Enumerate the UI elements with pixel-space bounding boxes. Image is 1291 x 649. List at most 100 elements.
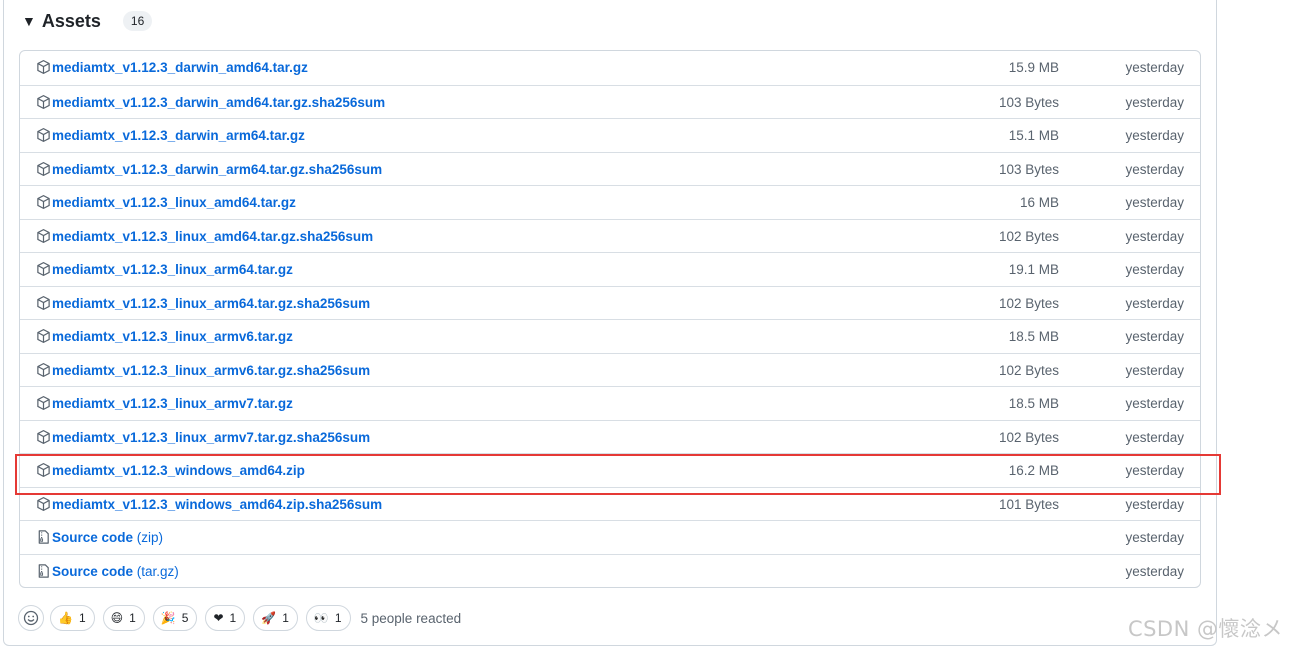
package-icon — [36, 362, 51, 378]
asset-link[interactable]: mediamtx_v1.12.3_linux_armv6.tar.gz.sha2… — [52, 363, 370, 378]
reaction-button[interactable]: ❤ 1 — [205, 605, 246, 631]
asset-row: Source code (tar.gz) yesterday — [20, 553, 1200, 588]
asset-time: yesterday — [1125, 195, 1184, 210]
heart-icon: ❤ — [213, 611, 224, 625]
asset-link[interactable]: mediamtx_v1.12.3_linux_armv6.tar.gz — [52, 329, 293, 344]
asset-size: 102 Bytes — [998, 362, 1059, 378]
asset-size: 16 MB — [1019, 195, 1059, 210]
asset-link[interactable]: mediamtx_v1.12.3_linux_amd64.tar.gz — [52, 195, 296, 210]
asset-name: mediamtx_v1.12.3_darwin_amd64.tar.gz.sha… — [52, 94, 386, 110]
assets-header[interactable]: ▼ Assets 16 — [22, 7, 153, 35]
reaction-button[interactable]: 🎉 5 — [152, 605, 198, 631]
assets-count-badge: 16 — [122, 11, 153, 31]
reaction-count: 5 — [181, 611, 189, 625]
reaction-count: 1 — [282, 611, 289, 625]
asset-link[interactable]: mediamtx_v1.12.3_linux_arm64.tar.gz — [52, 262, 293, 277]
asset-link[interactable]: mediamtx_v1.12.3_linux_armv7.tar.gz — [52, 396, 293, 411]
package-icon — [36, 295, 51, 311]
laugh-icon: 😄 — [110, 611, 124, 625]
asset-link[interactable]: mediamtx_v1.12.3_darwin_arm64.tar.gz.sha… — [52, 162, 382, 177]
asset-name: mediamtx_v1.12.3_windows_amd64.zip — [52, 463, 305, 478]
package-icon — [36, 59, 51, 75]
asset-link[interactable]: mediamtx_v1.12.3_linux_arm64.tar.gz.sha2… — [52, 296, 370, 311]
file-zip-icon — [36, 563, 51, 579]
asset-row: mediamtx_v1.12.3_darwin_amd64.tar.gz.sha… — [20, 84, 1200, 119]
asset-time: yesterday — [1125, 128, 1184, 143]
watermark: CSDN @懷淰メ — [1127, 617, 1283, 641]
asset-name: mediamtx_v1.12.3_windows_amd64.zip.sha25… — [52, 496, 383, 512]
asset-row: mediamtx_v1.12.3_darwin_arm64.tar.gz 15.1… — [20, 118, 1200, 152]
asset-time: yesterday — [1125, 329, 1184, 344]
asset-row: mediamtx_v1.12.3_darwin_amd64.tar.gz 15.9… — [20, 51, 1200, 85]
package-icon — [36, 261, 51, 277]
rocket-icon: 🚀 — [261, 611, 277, 625]
reactions-bar: 👍 1 😄 1 🎉 5 ❤ 1 🚀 1 👀 1 5 people reacted — [18, 604, 461, 632]
asset-row: mediamtx_v1.12.3_linux_arm64.tar.gz.sha2… — [20, 285, 1200, 320]
asset-row: mediamtx_v1.12.3_linux_armv7.tar.gz 18.5 … — [20, 386, 1200, 420]
eyes-icon: 👀 — [313, 611, 329, 625]
asset-row: mediamtx_v1.12.3_linux_armv6.tar.gz.sha2… — [20, 352, 1200, 387]
asset-ext: (zip) — [136, 530, 164, 545]
asset-row: mediamtx_v1.12.3_linux_armv6.tar.gz 18.5 … — [20, 319, 1200, 353]
asset-size: 16.2 MB — [1008, 463, 1059, 478]
asset-link[interactable]: Source code (tar.gz) — [52, 564, 179, 579]
asset-size: 15.9 MB — [1008, 60, 1059, 75]
asset-link[interactable]: mediamtx_v1.12.3_darwin_arm64.tar.gz — [52, 128, 305, 143]
asset-row: mediamtx_v1.12.3_linux_armv7.tar.gz.sha2… — [20, 419, 1200, 454]
asset-time: yesterday — [1125, 463, 1184, 478]
asset-time: yesterday — [1125, 262, 1184, 277]
reaction-button[interactable]: 🚀 1 — [253, 605, 298, 631]
asset-time: yesterday — [1125, 429, 1184, 445]
asset-row: mediamtx_v1.12.3_windows_amd64.zip 16.2 M… — [20, 453, 1200, 487]
asset-row: mediamtx_v1.12.3_linux_amd64.tar.gz.sha2… — [20, 218, 1200, 253]
asset-link[interactable]: mediamtx_v1.12.3_windows_amd64.zip.sha25… — [52, 497, 382, 512]
assets-title: Assets — [41, 10, 101, 31]
asset-time: yesterday — [1125, 94, 1184, 110]
package-icon — [36, 127, 51, 143]
asset-link[interactable]: Source code (zip) — [52, 530, 163, 545]
asset-time: yesterday — [1125, 530, 1184, 545]
asset-row: mediamtx_v1.12.3_windows_amd64.zip.sha25… — [20, 486, 1200, 521]
asset-name: mediamtx_v1.12.3_linux_arm64.tar.gz — [52, 262, 293, 277]
reaction-button[interactable]: 😄 1 — [102, 605, 145, 631]
package-icon — [36, 194, 51, 210]
package-icon — [36, 395, 51, 411]
asset-name: mediamtx_v1.12.3_linux_armv7.tar.gz — [52, 396, 293, 411]
reaction-count: 1 — [229, 611, 237, 625]
asset-link[interactable]: mediamtx_v1.12.3_linux_armv7.tar.gz.sha2… — [52, 430, 370, 445]
package-icon — [36, 228, 51, 244]
asset-size: 18.5 MB — [1008, 396, 1059, 411]
asset-name: mediamtx_v1.12.3_linux_armv6.tar.gz.sha2… — [52, 362, 371, 378]
asset-row: mediamtx_v1.12.3_linux_amd64.tar.gz 16 MB… — [20, 185, 1200, 219]
asset-name: mediamtx_v1.12.3_darwin_arm64.tar.gz — [52, 128, 305, 143]
reaction-count: 1 — [334, 611, 342, 625]
asset-name: mediamtx_v1.12.3_linux_amd64.tar.gz — [52, 195, 296, 210]
assets-list: mediamtx_v1.12.3_darwin_amd64.tar.gz 15.9… — [19, 50, 1201, 588]
asset-time: yesterday — [1125, 228, 1184, 244]
asset-ext: (tar.gz) — [136, 563, 179, 579]
asset-name: mediamtx_v1.12.3_linux_amd64.tar.gz.sha2… — [52, 228, 374, 244]
asset-name: mediamtx_v1.12.3_linux_armv7.tar.gz.sha2… — [52, 429, 371, 445]
asset-link[interactable]: mediamtx_v1.12.3_windows_amd64.zip — [52, 463, 305, 478]
asset-name: mediamtx_v1.12.3_darwin_amd64.tar.gz — [52, 60, 308, 75]
asset-name: mediamtx_v1.12.3_darwin_arm64.tar.gz.sha… — [52, 161, 383, 177]
asset-size: 103 Bytes — [998, 94, 1059, 110]
asset-link[interactable]: mediamtx_v1.12.3_darwin_amd64.tar.gz — [52, 60, 308, 75]
reaction-count: 1 — [78, 611, 86, 625]
asset-name: mediamtx_v1.12.3_linux_arm64.tar.gz.sha2… — [52, 295, 371, 311]
asset-name: Source code — [52, 563, 134, 579]
add-reaction-button[interactable] — [18, 605, 44, 631]
asset-size: 18.5 MB — [1008, 329, 1059, 344]
asset-size: 102 Bytes — [998, 228, 1059, 244]
package-icon — [36, 94, 51, 110]
hooray-icon: 🎉 — [160, 611, 176, 625]
asset-size: 102 Bytes — [998, 295, 1059, 311]
package-icon — [36, 328, 51, 344]
reaction-button[interactable]: 👍 1 — [50, 605, 95, 631]
asset-time: yesterday — [1125, 60, 1184, 75]
asset-link[interactable]: mediamtx_v1.12.3_darwin_amd64.tar.gz.sha… — [52, 95, 385, 110]
file-zip-icon — [36, 529, 51, 545]
asset-link[interactable]: mediamtx_v1.12.3_linux_amd64.tar.gz.sha2… — [52, 229, 373, 244]
reaction-button[interactable]: 👀 1 — [305, 605, 351, 631]
asset-time: yesterday — [1125, 161, 1184, 177]
